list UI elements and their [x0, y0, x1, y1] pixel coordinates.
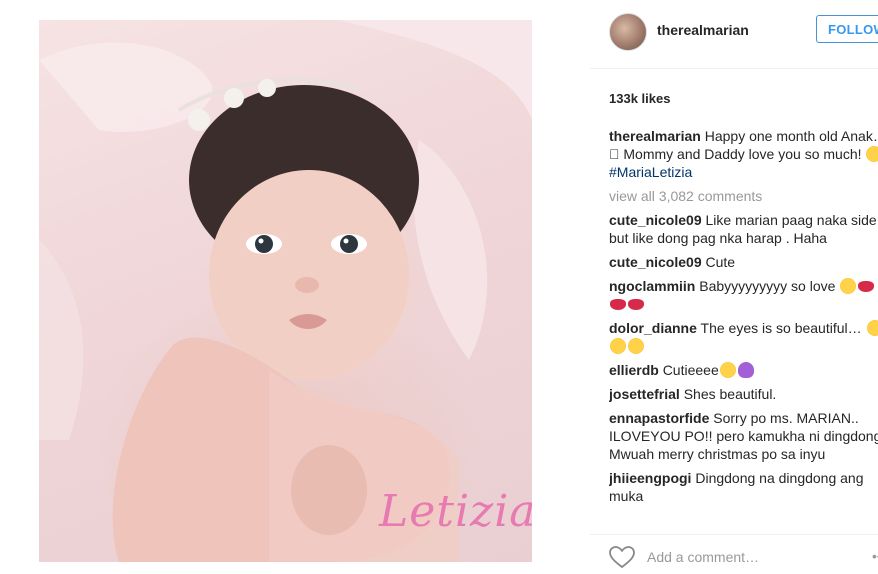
purple-heart-emoji-icon [737, 362, 754, 378]
comment-item: ngoclammiin Babyyyyyyyyy so love [609, 277, 878, 313]
comment-username[interactable]: ennapastorfide [609, 410, 709, 426]
comment-username[interactable]: dolor_dianne [609, 320, 697, 336]
header-username[interactable]: therealmarian [657, 22, 749, 38]
caption-hashtag[interactable]: #MariaLetizia [609, 164, 692, 180]
heart-eyes-emoji-icon [866, 320, 878, 336]
post-side-panel: therealmarian FOLLOW 133k likes therealm… [590, 0, 878, 574]
more-options-button[interactable]: ••• [872, 548, 878, 564]
comment-text: Cute [705, 254, 736, 270]
follow-button[interactable]: FOLLOW [816, 15, 878, 43]
comment-item: ellierdb Cutieeee [609, 361, 878, 379]
grin-emoji-icon [840, 278, 857, 294]
comment-item: cute_nicole09 Like marian paag naka side… [609, 211, 878, 247]
photo-signature: Letizia [379, 486, 532, 537]
heart-eyes-emoji-icon [610, 338, 626, 354]
comment-item: cute_nicole09 Cute [609, 253, 878, 271]
avatar[interactable] [609, 13, 647, 51]
lips-emoji-icon [610, 299, 626, 310]
comment-text: Cutieeee [662, 362, 719, 378]
heart-eyes-emoji-icon [628, 338, 644, 354]
heart-icon[interactable] [608, 545, 636, 569]
comment-username[interactable]: jhiieengpogi [609, 470, 691, 486]
comment-username[interactable]: josettefrial [609, 386, 680, 402]
comment-text: The eyes is so beautiful… [700, 320, 862, 336]
post-actions: Add a comment… ••• [590, 534, 878, 574]
lips-emoji-icon [858, 281, 875, 292]
kiss-emoji-icon [866, 146, 878, 162]
comment-username[interactable]: cute_nicole09 [609, 212, 702, 228]
comment-username[interactable]: ngoclammiin [609, 278, 695, 294]
view-all-comments-link[interactable]: view all 3,082 comments [609, 187, 878, 205]
comment-text: Babyyyyyyyyy so love [699, 278, 836, 294]
heart-eyes-emoji-icon [719, 362, 736, 378]
comment-username[interactable]: ellierdb [609, 362, 659, 378]
baby-illustration [39, 20, 532, 562]
comment-item: jhiieengpogi Dingdong na dingdong ang mu… [609, 469, 878, 505]
comment-item: dolor_dianne The eyes is so beautiful… [609, 319, 878, 355]
comment-item: ennapastorfide Sorry po ms. MARIAN.. ILO… [609, 409, 878, 463]
post-header: therealmarian FOLLOW [590, 0, 878, 69]
add-comment-input[interactable]: Add a comment… [647, 549, 759, 565]
comments-list[interactable]: therealmarian Happy one month old Anak…􀀀… [609, 127, 878, 523]
lips-emoji-icon [628, 299, 644, 310]
comment-text: Shes beautiful. [683, 386, 777, 402]
post-photo[interactable]: Letizia [39, 20, 532, 562]
caption-username[interactable]: therealmarian [609, 128, 701, 144]
caption: therealmarian Happy one month old Anak…􀀀… [609, 127, 878, 181]
comment-item: josettefrial Shes beautiful. [609, 385, 878, 403]
likes-count[interactable]: 133k likes [609, 91, 670, 106]
comment-username[interactable]: cute_nicole09 [609, 254, 702, 270]
